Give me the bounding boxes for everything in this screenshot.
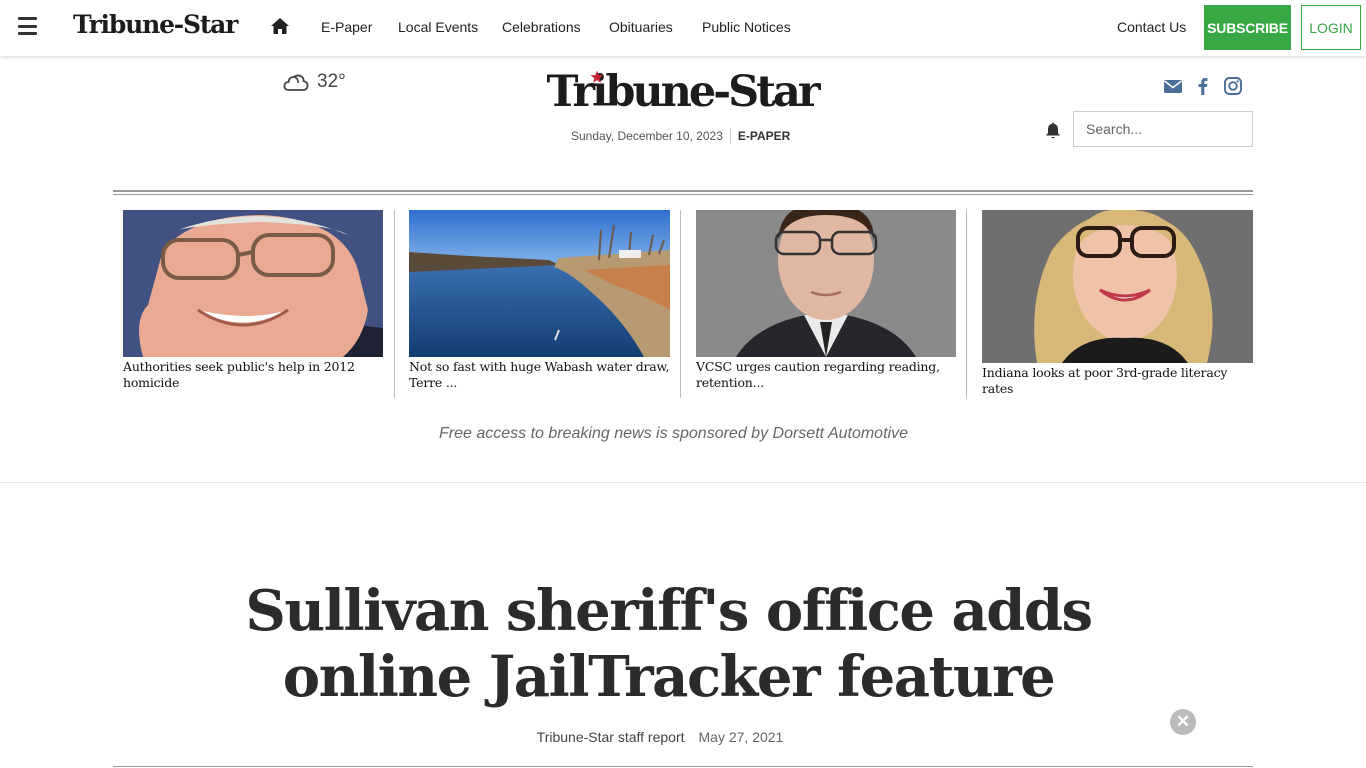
teaser-image[interactable] (409, 210, 670, 357)
teaser-card[interactable]: Indiana looks at poor 3rd-grade literacy… (982, 210, 1253, 397)
current-date: Sunday, December 10, 2023 (571, 129, 723, 143)
article-headline: Sullivan sheriff's office adds online Ja… (245, 578, 1093, 710)
facebook-icon[interactable] (1193, 76, 1213, 96)
teaser-card[interactable]: Authorities seek public's help in 2012 h… (123, 210, 383, 391)
teaser-caption[interactable]: VCSC urges caution regarding reading, re… (696, 359, 956, 391)
section-divider (0, 482, 1366, 483)
teaser-image[interactable] (696, 210, 956, 357)
nav-link-celebrations[interactable]: Celebrations (502, 19, 581, 35)
bell-icon[interactable] (1044, 121, 1062, 140)
home-icon[interactable] (270, 17, 290, 35)
nav-link-public-notices[interactable]: Public Notices (702, 19, 791, 35)
epaper-link[interactable]: E-PAPER (738, 129, 790, 143)
teaser-card[interactable]: VCSC urges caution regarding reading, re… (696, 210, 956, 391)
publish-date: May 27, 2021 (698, 729, 784, 745)
divider (394, 210, 395, 398)
subscribe-button[interactable]: SUBSCRIBE (1204, 5, 1291, 50)
envelope-icon[interactable] (1163, 76, 1183, 96)
search-input[interactable] (1073, 111, 1253, 147)
nav-link-obituaries[interactable]: Obituaries (609, 19, 673, 35)
teaser-image[interactable] (982, 210, 1253, 363)
temperature: 32° (317, 71, 346, 92)
sponsor-note: Free access to breaking news is sponsore… (439, 425, 908, 442)
divider (729, 128, 731, 144)
contact-link[interactable]: Contact Us (1117, 19, 1186, 35)
weather-widget[interactable]: 32° (283, 71, 346, 93)
teaser-caption[interactable]: Authorities seek public's help in 2012 h… (123, 359, 383, 391)
cloud-icon (283, 74, 309, 91)
nav-logo[interactable]: Tribune-Star (73, 8, 238, 42)
instagram-icon[interactable] (1223, 76, 1243, 96)
masthead-logo[interactable]: Tribune-Star (540, 64, 824, 120)
divider (966, 210, 967, 398)
close-icon[interactable]: ✕ (1170, 709, 1196, 735)
masthead-divider (113, 190, 1253, 195)
teaser-caption[interactable]: Indiana looks at poor 3rd-grade literacy… (982, 365, 1253, 397)
teaser-image[interactable] (123, 210, 383, 357)
byline: Tribune-Star staff report May 27, 2021 (0, 729, 1320, 745)
author[interactable]: Tribune-Star staff report (537, 729, 685, 745)
nav-link-epaper[interactable]: E-Paper (321, 19, 372, 35)
teaser-card[interactable]: Not so fast with huge Wabash water draw,… (409, 210, 670, 391)
dateline: Sunday, December 10, 2023 E-PAPER (571, 128, 790, 144)
menu-icon[interactable] (18, 17, 37, 35)
top-navbar: Tribune-Star E-Paper Local Events Celebr… (0, 0, 1366, 56)
teaser-caption[interactable]: Not so fast with huge Wabash water draw,… (409, 359, 670, 391)
star-icon (590, 70, 604, 83)
divider (680, 210, 681, 398)
nav-link-local-events[interactable]: Local Events (398, 19, 478, 35)
login-button[interactable]: LOGIN (1301, 5, 1361, 50)
byline-divider (113, 766, 1253, 767)
